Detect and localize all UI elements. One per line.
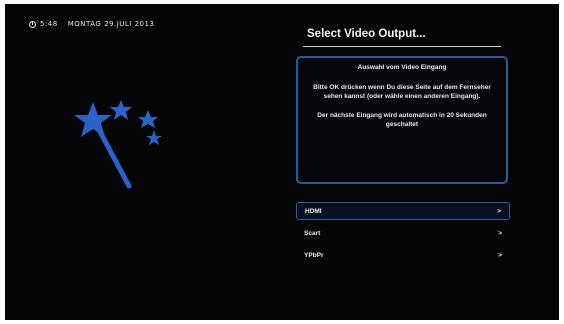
tv-screen: 5:48 MONTAG 29.JULI 2013 Select Video Ou… [5,4,559,320]
menu-item-ypbpr[interactable]: YPbPr > [296,246,510,264]
clock-icon [29,20,36,28]
clock-time: 5:48 [40,20,58,28]
small-star-upper [138,110,158,128]
menu-item-scart[interactable]: Scart > [296,224,510,242]
info-box: Auswahl vom Video Eingang Bitte OK drück… [296,56,508,184]
chevron-right-icon: > [497,207,501,215]
info-countdown-text: Der nächste Eingang wird automatisch in … [317,112,487,128]
menu-item-hdmi[interactable]: HDMI > [296,202,510,220]
clock-date: MONTAG 29.JULI 2013 [67,20,155,28]
chevron-right-icon: > [498,229,502,237]
info-heading: Auswahl vom Video Eingang [357,64,447,71]
magic-wand-stars-icon [74,100,162,189]
wand-stick [94,123,132,189]
chevron-right-icon: > [498,251,502,259]
menu-item-label: YPbPr [304,251,324,259]
status-clock: 5:48 MONTAG 29.JULI 2013 [29,20,154,28]
small-star-lower [146,130,162,145]
page-title: Select Video Output... [307,28,426,40]
menu-item-label: Scart [304,229,321,237]
large-star [74,102,112,137]
title-divider [303,46,501,47]
info-text: Bitte OK drücken wenn Du diese Seite auf… [313,84,491,100]
medium-star [110,100,132,120]
video-output-menu: HDMI > Scart > YPbPr > [296,202,510,268]
menu-item-label: HDMI [305,207,322,215]
